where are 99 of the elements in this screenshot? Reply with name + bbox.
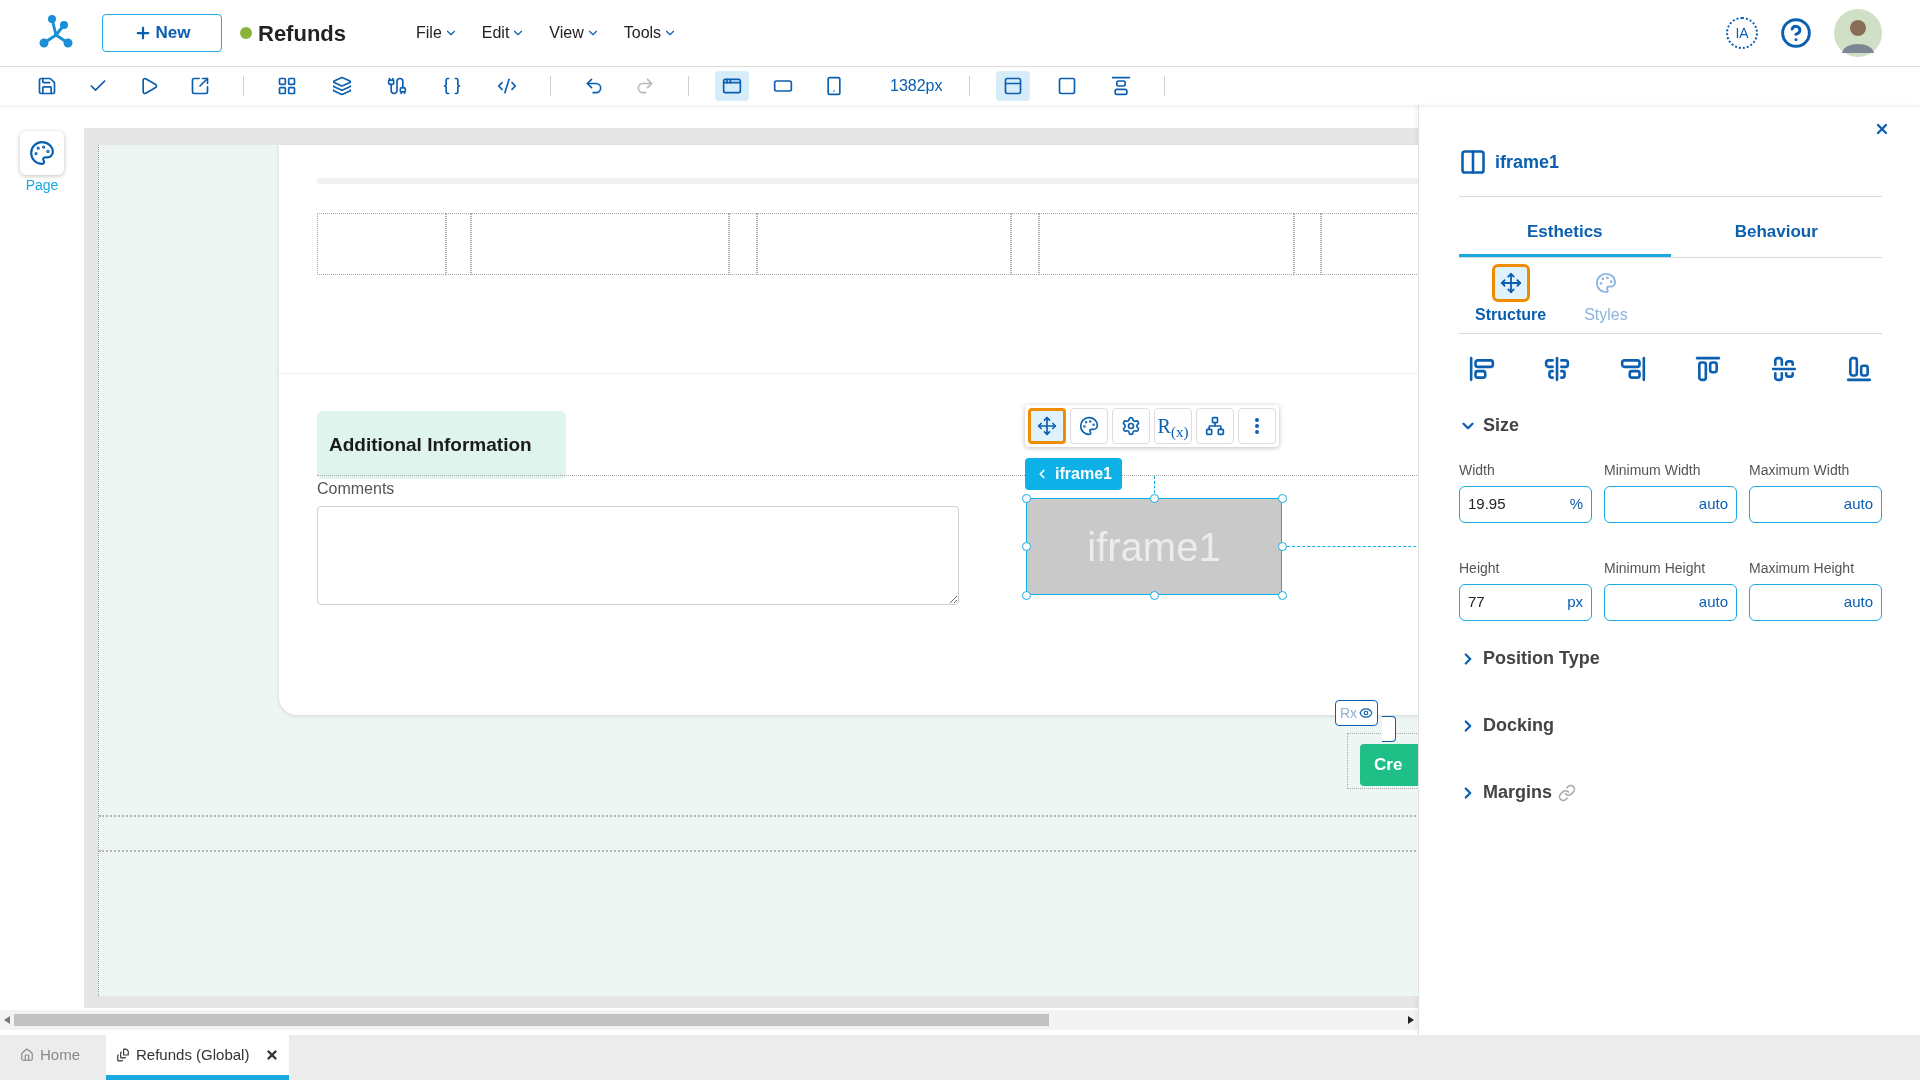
flows-icon — [387, 76, 407, 96]
help-icon[interactable] — [1780, 17, 1812, 49]
size-field[interactable]: auto — [1604, 584, 1737, 621]
align-top-button[interactable] — [1695, 356, 1722, 382]
section-toggle[interactable]: Margins — [1459, 779, 1552, 806]
rx-tool-button[interactable]: R$_{(x)}$ — [1154, 408, 1192, 444]
widgets-icon — [277, 76, 297, 96]
section-header: Additional Information — [317, 411, 566, 479]
align-left-icon — [1469, 356, 1495, 382]
field-label: Width — [1459, 461, 1496, 479]
menu-button[interactable]: Tools — [623, 21, 678, 45]
rx-badge-back[interactable] — [1382, 716, 1396, 742]
field-label: Height — [1459, 559, 1501, 577]
resize-handle[interactable] — [1150, 494, 1159, 503]
align-bottom-icon — [1845, 356, 1872, 382]
size-field[interactable]: auto — [1604, 486, 1737, 523]
resize-handle[interactable] — [1022, 494, 1031, 503]
comments-field[interactable] — [317, 506, 959, 605]
field-label: Maximum Width — [1749, 461, 1851, 479]
layout-toggle-icon — [1002, 76, 1023, 96]
section-toggle[interactable]: Docking — [1459, 712, 1554, 739]
layout-toggle-button[interactable] — [995, 71, 1030, 101]
palette-icon — [1594, 272, 1617, 294]
scrollbar-thumb[interactable] — [14, 1014, 1049, 1026]
desktop-view-button[interactable] — [715, 71, 749, 101]
size-field[interactable]: 77 px — [1459, 584, 1592, 621]
align-middle-icon — [1770, 356, 1797, 382]
settings-tool-icon — [1121, 416, 1141, 436]
size-field[interactable]: auto — [1749, 486, 1882, 523]
more-icon — [1255, 418, 1259, 434]
align-right-button[interactable] — [1619, 356, 1646, 382]
field-label: Minimum Height — [1604, 559, 1707, 577]
close-tab-icon[interactable] — [265, 1048, 280, 1062]
document-icon — [116, 1048, 130, 1062]
user-avatar[interactable] — [1834, 9, 1882, 57]
resize-handle[interactable] — [1278, 542, 1287, 551]
frame-toggle-icon — [1056, 76, 1077, 96]
section-toggle[interactable]: Position Type — [1459, 645, 1600, 672]
desktop-view-icon — [722, 76, 742, 96]
resize-handle[interactable] — [1278, 591, 1287, 600]
align-right-icon — [1619, 356, 1646, 382]
structure-tool-icon — [1037, 416, 1057, 436]
eye-icon — [1359, 706, 1374, 720]
layout-cell — [729, 213, 757, 275]
export-icon — [190, 76, 210, 96]
braces-icon — [442, 76, 462, 96]
subtab[interactable]: Structure — [1475, 264, 1547, 327]
size-section-toggle[interactable]: Size — [1459, 412, 1882, 439]
layout-cell — [446, 213, 471, 275]
house-icon — [20, 1048, 34, 1062]
resize-handle[interactable] — [1278, 494, 1287, 503]
resize-handle[interactable] — [1150, 591, 1159, 600]
align-left-button[interactable] — [1469, 356, 1495, 382]
align-middle-button[interactable] — [1770, 356, 1797, 382]
size-field[interactable]: 19.95 % — [1459, 486, 1592, 523]
close-icon[interactable] — [1874, 121, 1890, 137]
code-icon — [497, 76, 517, 96]
comments-label: Comments — [317, 480, 396, 498]
palette-tool-icon — [1079, 416, 1099, 436]
field-label: Minimum Width — [1604, 461, 1702, 479]
structure-tool-button[interactable] — [1028, 408, 1066, 444]
panel-tab[interactable]: Esthetics — [1459, 209, 1671, 257]
size-field[interactable]: auto — [1749, 584, 1882, 621]
resolution-label: 1382px — [890, 76, 943, 96]
menu-button[interactable]: View — [549, 21, 600, 45]
redo-icon — [635, 76, 655, 96]
palette-tool-button[interactable] — [1070, 408, 1108, 444]
more-button[interactable] — [1238, 408, 1276, 444]
align-toggle-icon — [1110, 76, 1131, 96]
network-tool-icon — [1205, 416, 1225, 436]
align-center-button[interactable] — [1544, 356, 1571, 382]
field-label: Maximum Height — [1749, 559, 1856, 577]
resize-handle[interactable] — [1022, 542, 1031, 551]
resize-handle[interactable] — [1022, 591, 1031, 600]
layout-cell — [1294, 213, 1321, 275]
scroll-right-icon[interactable] — [1408, 1016, 1414, 1024]
panel-title: iframe1 — [1495, 150, 1560, 174]
palette-icon — [29, 140, 55, 166]
mobile-view-icon — [824, 76, 844, 96]
settings-tool-button[interactable] — [1112, 408, 1150, 444]
document-tab[interactable]: Refunds (Global) — [106, 1035, 290, 1080]
menu-button[interactable]: Edit — [481, 21, 526, 45]
align-top-icon — [1695, 356, 1722, 382]
scroll-left-icon[interactable] — [4, 1016, 10, 1024]
iframe-icon — [1459, 148, 1487, 176]
panel-tab[interactable]: Behaviour — [1670, 209, 1882, 257]
menu-button[interactable]: File — [416, 21, 458, 45]
align-center-icon — [1544, 356, 1571, 382]
layout-cell — [1011, 213, 1039, 275]
new-button[interactable]: New — [102, 14, 222, 52]
run-icon — [139, 76, 159, 96]
save-icon — [37, 76, 57, 96]
layers-icon — [332, 76, 352, 96]
assistant-button[interactable]: IA — [1726, 17, 1758, 49]
undo-icon — [584, 76, 604, 96]
move-icon — [1499, 272, 1522, 294]
app-title: Refunds — [258, 19, 346, 48]
network-tool-button[interactable] — [1196, 408, 1234, 444]
align-bottom-button[interactable] — [1845, 356, 1872, 382]
